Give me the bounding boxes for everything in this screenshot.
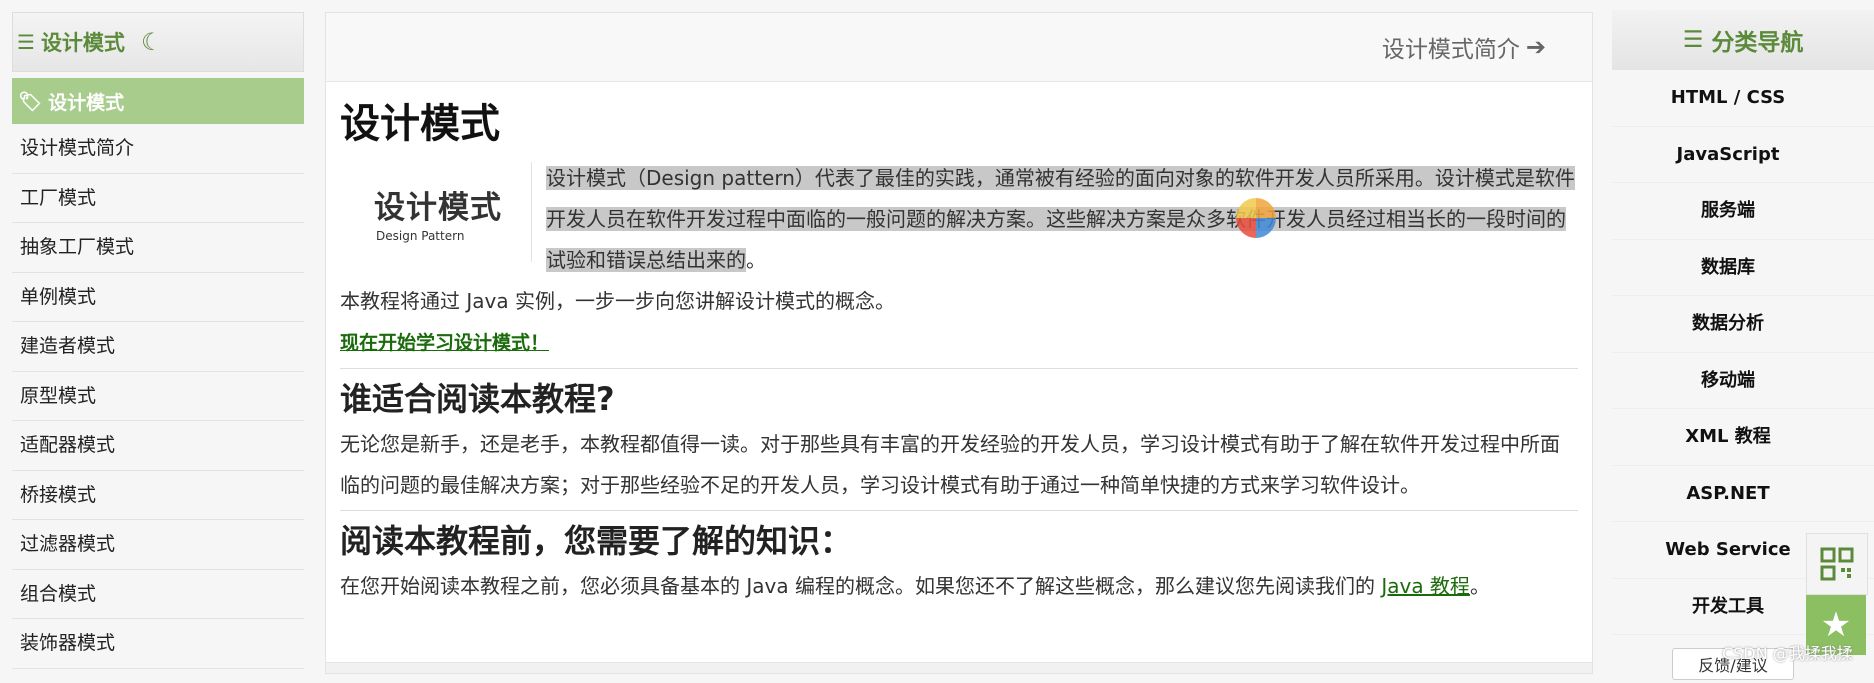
section-text-audience: 无论您是新手，还是老手，本教程都值得一读。对于那些具有丰富的开发经验的开发人员，…	[340, 431, 1560, 497]
sidebar-item[interactable]: 适配器模式	[12, 421, 304, 471]
prereq-text: 在您开始阅读本教程之前，您必须具备基本的 Java 编程的概念。如果您还不了解这…	[340, 573, 1382, 598]
sidebar-item[interactable]: 原型模式	[12, 372, 304, 421]
sidebar-list: 设计模式简介 工厂模式 抽象工厂模式 单例模式 建造者模式 原型模式 适配器模式…	[12, 124, 304, 669]
section-heading-prereq: 阅读本教程前，您需要了解的知识：	[340, 521, 853, 560]
sidebar-item-label: 设计模式	[48, 91, 125, 114]
category-item[interactable]: XML 教程	[1612, 409, 1874, 466]
sidebar-item[interactable]: 单例模式	[12, 273, 304, 322]
sidebar-item[interactable]: 组合模式	[12, 570, 304, 619]
highlighted-text: 设计模式（Design pattern）代表了最佳的实践，通常被有经验的面向对象…	[546, 166, 1575, 272]
list-icon: ☰	[17, 30, 35, 54]
left-sidebar-title: 设计模式	[40, 31, 125, 55]
watermark: CSDN @我揉我揉	[1722, 644, 1853, 663]
sidebar-item[interactable]: 桥接模式	[12, 471, 304, 520]
section-heading-audience: 谁适合阅读本教程?	[340, 380, 615, 418]
sidebar-item[interactable]: 工厂模式	[12, 174, 304, 223]
loading-spinner-icon	[1236, 198, 1276, 238]
sidebar-item[interactable]: 设计模式简介	[12, 124, 304, 174]
sidebar-item-active[interactable]: 🏷 设计模式	[12, 78, 304, 124]
logo-subtitle: Design Pattern	[376, 228, 465, 243]
sidebar-item[interactable]: 建造者模式	[12, 322, 304, 372]
page-title: 设计模式	[340, 101, 500, 147]
java-intro-line: 本教程将通过 Java 实例，一步一步向您讲解设计模式的概念。	[340, 289, 895, 313]
bottom-bar	[326, 662, 1592, 673]
category-item[interactable]: 移动端	[1612, 353, 1874, 409]
category-item[interactable]: ASP.NET	[1612, 466, 1874, 522]
start-learning-link[interactable]: 现在开始学习设计模式！	[340, 332, 549, 354]
sidebar-item[interactable]: 抽象工厂模式	[12, 223, 304, 273]
category-item[interactable]: 服务端	[1612, 183, 1874, 240]
sidebar-item[interactable]: 装饰器模式	[12, 619, 304, 669]
intro-block: 设计模式 Design Pattern 设计模式（Design pattern）…	[340, 162, 1578, 281]
arrow-right-icon[interactable]: ➔	[1526, 33, 1546, 61]
section-text-prereq: 在您开始阅读本教程之前，您必须具备基本的 Java 编程的概念。如果您还不了解这…	[340, 566, 1578, 607]
java-tutorial-link[interactable]: Java 教程	[1381, 574, 1470, 598]
intro-tail: 。	[746, 248, 766, 272]
left-sidebar-header: ☰ 设计模式 ☾	[12, 12, 304, 72]
moon-icon[interactable]: ☾	[141, 28, 163, 56]
main-content: 设计模式简介 ➔ 设计模式 设计模式 Design Pattern 设计模式（D…	[325, 12, 1593, 674]
divider	[340, 509, 1578, 511]
design-pattern-logo: 设计模式 Design Pattern	[340, 162, 532, 262]
category-item[interactable]: JavaScript	[1612, 127, 1874, 183]
divider	[340, 368, 1578, 369]
prereq-tail: 。	[1469, 573, 1490, 598]
top-nav: 设计模式简介 ➔	[326, 13, 1592, 82]
logo-title: 设计模式	[374, 189, 502, 226]
sidebar-item[interactable]: 过滤器模式	[12, 520, 304, 570]
left-sidebar: ☰ 设计模式 ☾ 🏷 设计模式 设计模式简介 工厂模式 抽象工厂模式 单例模式 …	[12, 12, 304, 672]
next-page-link[interactable]: 设计模式简介	[1382, 30, 1520, 64]
category-item[interactable]: 数据库	[1612, 240, 1874, 296]
intro-paragraph: 设计模式（Design pattern）代表了最佳的实践，通常被有经验的面向对象…	[546, 158, 1578, 281]
category-item[interactable]: HTML / CSS	[1612, 70, 1874, 127]
qrcode-icon[interactable]	[1806, 533, 1868, 595]
category-nav-header: ☰ 分类导航	[1612, 10, 1874, 70]
tag-icon: 🏷	[18, 90, 43, 113]
list-icon: ☰	[1682, 27, 1704, 53]
category-nav-title: 分类导航	[1711, 30, 1804, 56]
category-item[interactable]: 数据分析	[1612, 296, 1874, 353]
